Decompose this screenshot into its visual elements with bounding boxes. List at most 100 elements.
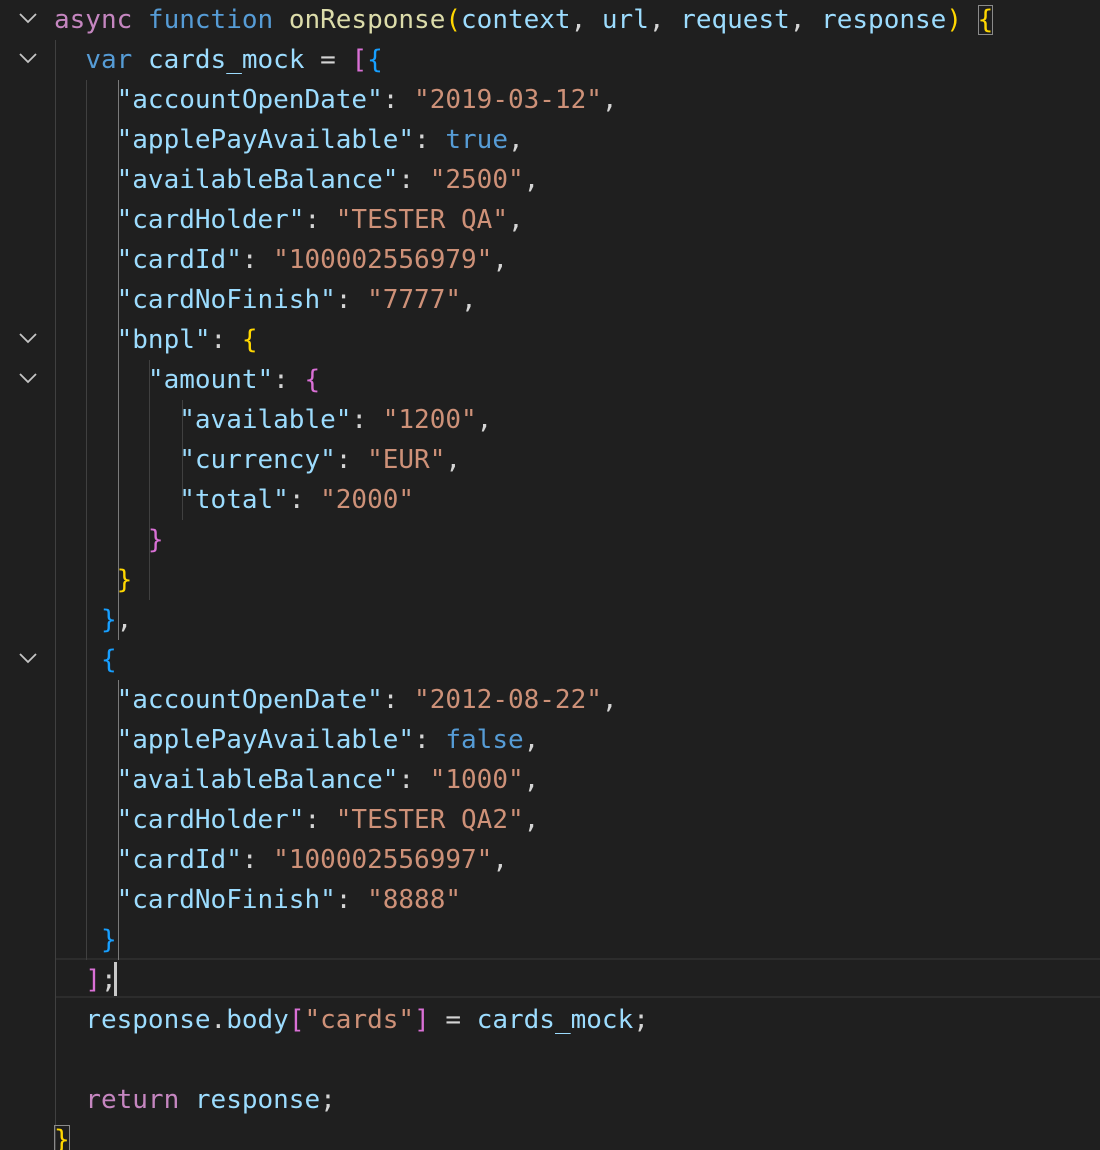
matched-bracket: }: [54, 1125, 70, 1150]
code-line[interactable]: "total": "2000": [0, 480, 1100, 520]
code-line[interactable]: "amount": {: [0, 360, 1100, 400]
code-line[interactable]: "cardId": "100002556997",: [0, 840, 1100, 880]
code-token: cards_mock: [147, 45, 305, 75]
code-text: return response;: [54, 1080, 336, 1120]
code-line[interactable]: var cards_mock = [{: [0, 40, 1100, 80]
code-token: var: [85, 45, 148, 75]
code-line[interactable]: {: [0, 640, 1100, 680]
code-token: "TESTER QA2": [335, 805, 524, 835]
code-line[interactable]: "availableBalance": "1000",: [0, 760, 1100, 800]
code-token: ,: [476, 405, 493, 435]
chevron-down-icon[interactable]: [18, 11, 38, 25]
code-text: "cardNoFinish": "8888": [54, 880, 461, 920]
code-token: request: [680, 5, 790, 35]
code-line[interactable]: "availableBalance": "2500",: [0, 160, 1100, 200]
code-token: :: [335, 445, 368, 475]
code-text: "availableBalance": "1000",: [54, 760, 540, 800]
code-token: }: [116, 565, 133, 595]
code-line[interactable]: }: [0, 920, 1100, 960]
code-line[interactable]: },: [0, 600, 1100, 640]
code-text: "cardHolder": "TESTER QA",: [54, 200, 524, 240]
code-token: :: [210, 325, 242, 355]
chevron-down-icon[interactable]: [18, 651, 38, 665]
code-line[interactable]: }: [0, 1120, 1100, 1150]
chevron-down-icon[interactable]: [18, 331, 38, 345]
code-token: :: [304, 205, 336, 235]
code-token: (: [445, 5, 462, 35]
code-token: {: [241, 325, 258, 355]
code-line[interactable]: "cardNoFinish": "8888": [0, 880, 1100, 920]
code-token: "100002556979": [273, 245, 493, 275]
chevron-down-icon[interactable]: [18, 51, 38, 65]
code-token: response: [85, 1005, 211, 1035]
code-token: true: [445, 125, 508, 155]
code-token: }: [100, 925, 117, 955]
code-token: function: [147, 5, 289, 35]
code-token: :: [241, 245, 274, 275]
code-token: "bnpl": [116, 325, 211, 355]
code-line[interactable]: "cardHolder": "TESTER QA",: [0, 200, 1100, 240]
code-token: :: [382, 685, 415, 715]
text-cursor: [114, 962, 117, 996]
code-line[interactable]: async function onResponse(context, url, …: [0, 0, 1100, 40]
code-text: "cardId": "100002556979",: [54, 240, 508, 280]
code-line[interactable]: "currency": "EUR",: [0, 440, 1100, 480]
code-line[interactable]: "applePayAvailable": true,: [0, 120, 1100, 160]
code-token: ]: [85, 965, 101, 995]
code-token: ,: [601, 685, 618, 715]
code-token: ,: [601, 85, 618, 115]
matched-bracket: {: [977, 5, 994, 35]
code-editor[interactable]: async function onResponse(context, url, …: [0, 0, 1100, 1150]
code-line[interactable]: }: [0, 560, 1100, 600]
code-line[interactable]: ];: [0, 960, 1100, 1000]
code-token: ;: [320, 1085, 336, 1115]
code-token: ,: [492, 845, 508, 875]
code-token: ,: [461, 285, 477, 315]
code-line[interactable]: "accountOpenDate": "2019-03-12",: [0, 80, 1100, 120]
code-token: "1200": [382, 405, 477, 435]
code-line[interactable]: return response;: [0, 1080, 1100, 1120]
code-line[interactable]: "accountOpenDate": "2012-08-22",: [0, 680, 1100, 720]
code-token: "cards": [304, 1005, 415, 1035]
code-token: :: [335, 285, 368, 315]
chevron-down-icon[interactable]: [18, 371, 38, 385]
code-token: false: [445, 725, 524, 755]
code-token: [: [288, 1005, 305, 1035]
code-token: "7777": [367, 285, 462, 315]
code-token: :: [288, 485, 321, 515]
code-token: =: [304, 45, 352, 75]
code-token: body: [226, 1005, 289, 1035]
code-token: :: [335, 885, 368, 915]
code-text: }: [54, 1120, 70, 1150]
code-token: return: [85, 1085, 195, 1115]
code-token: ,: [523, 805, 540, 835]
code-token: [: [351, 45, 368, 75]
code-token: "cardId": [116, 845, 242, 875]
code-line[interactable]: "applePayAvailable": false,: [0, 720, 1100, 760]
code-line[interactable]: [0, 1040, 1100, 1080]
code-token: "accountOpenDate": [116, 85, 383, 115]
code-text: },: [54, 600, 132, 640]
code-token: cards_mock: [476, 1005, 634, 1035]
code-line[interactable]: "cardId": "100002556979",: [0, 240, 1100, 280]
code-text: "bnpl": {: [54, 320, 258, 360]
code-line[interactable]: "cardHolder": "TESTER QA2",: [0, 800, 1100, 840]
code-text: ];: [54, 960, 116, 1000]
code-line[interactable]: "cardNoFinish": "7777",: [0, 280, 1100, 320]
code-line[interactable]: "bnpl": {: [0, 320, 1100, 360]
code-token: ,: [445, 445, 462, 475]
code-line[interactable]: "available": "1200",: [0, 400, 1100, 440]
code-text: }: [54, 560, 133, 600]
code-line[interactable]: }: [0, 520, 1100, 560]
code-token: ,: [116, 605, 133, 635]
code-line[interactable]: response.body["cards"] = cards_mock;: [0, 1000, 1100, 1040]
code-token: }: [147, 525, 164, 555]
